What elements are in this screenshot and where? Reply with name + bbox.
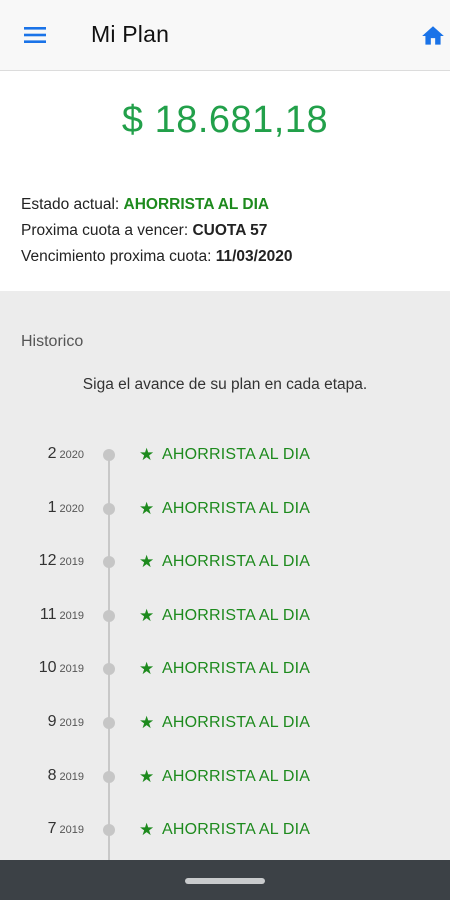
- estado-actual-label: Estado actual:: [21, 196, 124, 213]
- timeline-dot: [103, 449, 115, 461]
- star-icon: ★: [139, 552, 155, 571]
- vencimiento-label: Vencimiento proxima cuota:: [21, 248, 216, 265]
- star-icon: ★: [139, 445, 155, 464]
- timeline-item: 8 2019 ★ AHORRISTA AL DIA: [0, 767, 450, 797]
- timeline-status: AHORRISTA AL DIA: [162, 714, 311, 731]
- home-gesture-handle[interactable]: [185, 878, 265, 884]
- timeline-month: 11: [39, 606, 57, 623]
- timeline-year: 2020: [59, 503, 84, 515]
- timeline-status: AHORRISTA AL DIA: [162, 821, 311, 838]
- star-icon: ★: [139, 713, 155, 732]
- system-navigation-bar: [0, 860, 450, 900]
- timeline-month: 1: [47, 499, 57, 516]
- timeline-year: 2019: [59, 824, 84, 836]
- timeline-month: 2: [47, 445, 57, 462]
- timeline-status: AHORRISTA AL DIA: [162, 660, 311, 677]
- proxima-cuota-label: Proxima cuota a vencer:: [21, 222, 193, 239]
- star-icon: ★: [139, 499, 155, 518]
- timeline-date: 12 2019: [0, 552, 84, 570]
- timeline-year: 2019: [59, 717, 84, 729]
- timeline-date: 7 2019: [0, 820, 84, 838]
- timeline-dot: [103, 503, 115, 515]
- timeline-month: 12: [38, 552, 57, 569]
- timeline-dot: [103, 610, 115, 622]
- home-icon: [422, 26, 444, 45]
- history-subtitle: Siga el avance de su plan en cada etapa.: [82, 376, 368, 393]
- timeline-item: 11 2019 ★ AHORRISTA AL DIA: [0, 606, 450, 636]
- timeline-year: 2019: [59, 556, 84, 568]
- timeline-dot: [103, 556, 115, 568]
- timeline-item: 9 2019 ★ AHORRISTA AL DIA: [0, 713, 450, 743]
- timeline-item: 10 2019 ★ AHORRISTA AL DIA: [0, 659, 450, 689]
- timeline-date: 11 2019: [0, 606, 84, 624]
- app-bar: Mi Plan: [0, 0, 450, 71]
- timeline-date: 1 2020: [0, 499, 84, 517]
- star-icon: ★: [139, 820, 155, 839]
- timeline-item: 2 2020 ★ AHORRISTA AL DIA: [0, 445, 450, 475]
- timeline-month: 10: [38, 659, 57, 676]
- history-title: Historico: [21, 333, 84, 350]
- star-icon: ★: [139, 606, 155, 625]
- estado-actual-row: Estado actual: AHORRISTA AL DIA: [21, 196, 269, 214]
- timeline-status: AHORRISTA AL DIA: [162, 768, 311, 785]
- timeline-year: 2019: [59, 610, 84, 622]
- plan-amount: $ 18.681,18: [121, 99, 329, 141]
- proxima-cuota-value: CUOTA 57: [192, 222, 268, 239]
- vencimiento-row: Vencimiento proxima cuota: 11/03/2020: [21, 248, 292, 266]
- timeline-dot: [103, 824, 115, 836]
- page-title: Mi Plan: [91, 21, 170, 47]
- timeline-status: AHORRISTA AL DIA: [162, 607, 311, 624]
- timeline-year: 2019: [59, 663, 84, 675]
- hamburger-menu-icon: [24, 27, 46, 43]
- vencimiento-value: 11/03/2020: [215, 248, 293, 265]
- timeline-status: AHORRISTA AL DIA: [162, 553, 311, 570]
- timeline-month: 7: [47, 820, 57, 837]
- timeline-date: 10 2019: [0, 659, 84, 677]
- timeline-date: 2 2020: [0, 445, 84, 463]
- timeline-item: 12 2019 ★ AHORRISTA AL DIA: [0, 552, 450, 582]
- timeline-dot: [103, 663, 115, 675]
- star-icon: ★: [139, 659, 155, 678]
- plan-summary: $ 18.681,18 Estado actual: AHORRISTA AL …: [0, 71, 450, 291]
- timeline-year: 2019: [59, 771, 84, 783]
- timeline-dot: [103, 771, 115, 783]
- timeline-year: 2020: [59, 449, 84, 461]
- timeline-dot: [103, 717, 115, 729]
- home-button[interactable]: [419, 23, 447, 49]
- timeline-date: 9 2019: [0, 713, 84, 731]
- star-icon: ★: [139, 767, 155, 786]
- timeline-item: 7 2019 ★ AHORRISTA AL DIA: [0, 820, 450, 850]
- timeline-item: 1 2020 ★ AHORRISTA AL DIA: [0, 499, 450, 529]
- timeline-status: AHORRISTA AL DIA: [162, 500, 311, 517]
- timeline-month: 8: [47, 767, 57, 784]
- history-section[interactable]: Historico Siga el avance de su plan en c…: [0, 291, 450, 860]
- timeline-month: 9: [47, 713, 57, 730]
- menu-button[interactable]: [18, 20, 52, 50]
- estado-actual-value: AHORRISTA AL DIA: [123, 196, 270, 213]
- timeline-status: AHORRISTA AL DIA: [162, 446, 311, 463]
- timeline-date: 8 2019: [0, 767, 84, 785]
- proxima-cuota-row: Proxima cuota a vencer: CUOTA 57: [21, 222, 267, 240]
